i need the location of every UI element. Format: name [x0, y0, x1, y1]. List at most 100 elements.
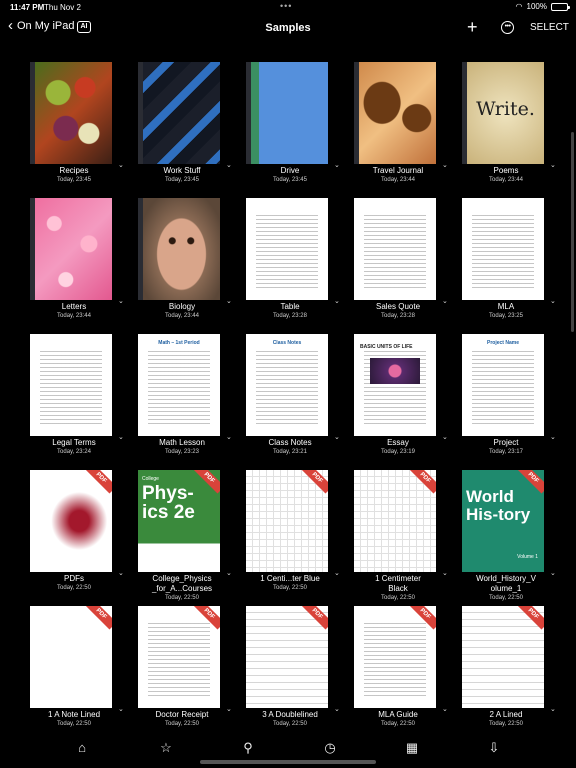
document-date: Today, 23:28	[273, 313, 307, 319]
document-name: Doctor Receipt	[155, 710, 209, 719]
document-name: Class Notes	[268, 438, 312, 447]
star-icon[interactable]: ☆	[156, 740, 176, 756]
document-name: MLA	[497, 302, 515, 311]
document-thumbnail[interactable]: PDF	[354, 470, 436, 572]
document-date: Today, 22:50	[273, 721, 307, 727]
document-thumbnail[interactable]	[354, 198, 436, 300]
select-button[interactable]: SELECT	[530, 22, 569, 33]
document-name: 2 A Lined	[489, 710, 523, 719]
document-thumbnail[interactable]	[354, 62, 436, 164]
document-date: Today, 23:44	[381, 177, 415, 183]
document-thumbnail[interactable]: PDF	[138, 606, 220, 708]
more-options-icon[interactable]: •••	[501, 21, 514, 34]
document-date: Today, 23:17	[489, 449, 523, 455]
cover-title: BASIC UNITS OF LIFE	[360, 344, 430, 350]
document-thumbnail[interactable]	[246, 198, 328, 300]
add-button[interactable]: +	[467, 17, 478, 38]
document-date: Today, 23:21	[273, 449, 307, 455]
pdf-badge: PDF	[85, 606, 112, 630]
document-date: Today, 22:50	[381, 595, 415, 601]
document-thumbnail[interactable]	[30, 334, 112, 436]
document-name: Drive	[280, 166, 300, 175]
document-name: Recipes	[59, 166, 89, 175]
document-thumbnail[interactable]: PDF	[246, 470, 328, 572]
cover-subtitle: College	[142, 476, 159, 482]
download-icon[interactable]: ⇩	[484, 740, 504, 756]
document-thumbnail[interactable]: World His-tory Volume 1 PDF	[462, 470, 544, 572]
document-thumbnail[interactable]: Project Name	[462, 334, 544, 436]
document-name: Letters	[61, 302, 87, 311]
document-date: Today, 23:24	[57, 449, 91, 455]
document-thumbnail[interactable]: BASIC UNITS OF LIFE	[354, 334, 436, 436]
scroll-indicator[interactable]	[571, 132, 574, 332]
document-name: PDFs	[64, 574, 84, 583]
document-name: World_History_V olume_1	[476, 574, 536, 593]
document-date: Today, 22:50	[381, 721, 415, 727]
document-thumbnail[interactable]: Class Notes	[246, 334, 328, 436]
document-name: Poems	[493, 166, 519, 175]
document-date: Today, 23:45	[273, 177, 307, 183]
document-name: Biology	[168, 302, 196, 311]
navigation-bar: ‹ On My iPad AI Samples + ••• SELECT	[0, 14, 576, 44]
document-date: Today, 22:50	[489, 721, 523, 727]
document-thumbnail[interactable]: PDF	[30, 606, 112, 708]
document-name: 1 Centimeter Black	[375, 574, 421, 593]
document-date: Today, 23:23	[165, 449, 199, 455]
cover-title: Write.	[476, 98, 535, 120]
page-title: Samples	[265, 22, 311, 34]
document-thumbnail[interactable]	[30, 62, 112, 164]
document-thumbnail[interactable]: Math – 1st Period	[138, 334, 220, 436]
status-right: ◠ 100%	[515, 2, 570, 11]
document-date: Today, 22:50	[273, 585, 307, 591]
document-date: Today, 23:25	[489, 313, 523, 319]
document-date: Today, 23:45	[57, 177, 91, 183]
cover-subtitle: Volume 1	[517, 554, 538, 560]
cover-title: World His-tory	[466, 487, 531, 524]
document-thumbnail[interactable]: PDF	[354, 606, 436, 708]
document-date: Today, 23:44	[57, 313, 91, 319]
cover-title: Class Notes	[252, 340, 322, 346]
document-name: College_Physics _for_A...Courses	[151, 574, 213, 593]
document-name: Sales Quote	[375, 302, 421, 311]
document-date: Today, 22:50	[57, 585, 91, 591]
battery-percent: 100%	[526, 2, 547, 11]
battery-icon	[551, 2, 570, 11]
status-bar: 11:47 PM Thu Nov 2 ••• ◠ 100%	[0, 0, 576, 14]
clock-icon[interactable]: ◷	[320, 740, 340, 756]
cover-title: Phys-ics 2e	[142, 483, 195, 523]
document-name: 1 Centi...ter Blue	[260, 574, 320, 583]
home-icon[interactable]: ⌂	[72, 740, 92, 756]
document-thumbnail[interactable]: Phys-ics 2e College PDF	[138, 470, 220, 572]
home-indicator[interactable]	[200, 760, 376, 764]
grid-icon[interactable]: ▦	[402, 740, 422, 756]
document-thumbnail[interactable]: PDF	[30, 470, 112, 572]
document-thumbnail[interactable]	[246, 62, 328, 164]
multitask-dots[interactable]: •••	[280, 1, 292, 11]
document-thumbnail[interactable]	[30, 198, 112, 300]
search-icon[interactable]: ⚲	[238, 740, 258, 756]
document-name: 1 A Note Lined	[47, 710, 101, 719]
document-date: Today, 22:50	[165, 595, 199, 601]
document-name: Travel Journal	[372, 166, 424, 175]
document-name: 3 A Doublelined	[262, 710, 318, 719]
document-name: Project	[493, 438, 519, 447]
document-thumbnail[interactable]: PDF	[246, 606, 328, 708]
wifi-icon: ◠	[515, 2, 523, 11]
document-thumbnail[interactable]	[138, 198, 220, 300]
document-date: Today, 22:50	[165, 721, 199, 727]
document-date: Today, 23:28	[381, 313, 415, 319]
status-date: Thu Nov 2	[44, 3, 81, 12]
document-thumbnail[interactable]	[462, 198, 544, 300]
document-thumbnail[interactable]: PDF	[462, 606, 544, 708]
cover-title: Math – 1st Period	[144, 340, 214, 346]
document-date: Today, 23:45	[165, 177, 199, 183]
status-time: 11:47 PM	[10, 3, 45, 12]
document-name: Legal Terms	[52, 438, 96, 447]
document-date: Today, 22:50	[489, 595, 523, 601]
cover-illustration	[370, 358, 420, 384]
document-thumbnail[interactable]	[138, 62, 220, 164]
document-thumbnail[interactable]: Write.	[462, 62, 544, 164]
document-date: Today, 23:44	[489, 177, 523, 183]
document-name: Math Lesson	[159, 438, 205, 447]
document-date: Today, 22:50	[57, 721, 91, 727]
